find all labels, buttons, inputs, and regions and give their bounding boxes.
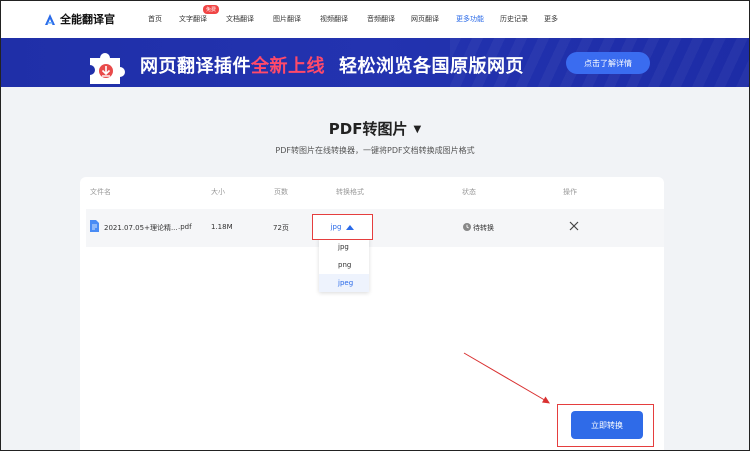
page-title[interactable]: PDF转图片 ▼ [0, 118, 750, 139]
document-icon [90, 220, 99, 232]
format-dropdown: jpg png jpeg [319, 238, 369, 292]
banner-text-part1: 网页翻译插件 [140, 56, 251, 77]
nav-item-text-translate[interactable]: 文字翻译 免费 [179, 5, 226, 24]
banner-text-part2: 轻松浏览各国原版网页 [339, 56, 524, 77]
caret-up-icon [346, 224, 355, 230]
banner-text-highlight: 全新上线 [251, 56, 325, 77]
nav-item-document-translate[interactable]: 文档翻译 [226, 14, 273, 24]
header-status: 状态 [462, 188, 476, 196]
file-extension: .pdf [178, 223, 192, 231]
file-status: 待转换 [463, 223, 494, 233]
header-filename: 文件名 [90, 188, 111, 196]
table-header: 文件名 大小 页数 转换格式 状态 操作 [80, 177, 664, 205]
format-select-value: jpg [330, 223, 342, 231]
free-badge: 免费 [203, 5, 220, 14]
file-size: 1.18M [211, 223, 233, 231]
puzzle-icon [90, 53, 125, 84]
annotation-arrow [463, 352, 550, 404]
nav-item-home[interactable]: 首页 [148, 14, 179, 24]
status-text: 待转换 [473, 224, 494, 232]
banner-headline: 网页翻译插件全新上线 轻松浏览各国原版网页 [140, 52, 524, 78]
caret-down-icon[interactable]: ▼ [414, 124, 422, 135]
nav-item-image-translate[interactable]: 图片翻译 [273, 14, 320, 24]
nav-item-label: 文字翻译 [179, 15, 207, 23]
header-size: 大小 [211, 188, 225, 196]
table-row: 2021.07.05+理论精... .pdf 1.18M 72页 待转换 [86, 209, 664, 247]
page-subtitle: PDF转图片在线转换器，一键将PDF文档转换成图片格式 [275, 146, 475, 155]
header-action: 操作 [563, 188, 577, 196]
nav-item-audio-translate[interactable]: 音频翻译 [367, 14, 411, 24]
nav-item-web-translate[interactable]: 网页翻译 [411, 14, 456, 24]
file-name: 2021.07.05+理论精... [104, 224, 178, 232]
convert-now-button[interactable]: 立即转换 [571, 411, 643, 439]
logo-icon [45, 13, 55, 25]
page-title-text: PDF转图片 [328, 120, 408, 138]
app-name: 全能翻译官 [60, 13, 115, 26]
nav-item-more[interactable]: 更多 [544, 14, 574, 24]
close-icon[interactable] [568, 220, 580, 232]
header-format: 转换格式 [336, 188, 364, 196]
learn-more-button[interactable]: 点击了解详情 [566, 52, 650, 74]
nav-item-more-features[interactable]: 更多功能 [456, 14, 500, 24]
page-count: 72页 [273, 224, 289, 232]
top-navbar: 全能翻译官 首页 文字翻译 免费 文档翻译 图片翻译 视频翻译 音频翻译 网页翻… [0, 0, 750, 38]
format-option-jpg[interactable]: jpg [319, 238, 369, 256]
clock-icon [463, 223, 471, 231]
format-option-jpeg[interactable]: jpeg [319, 274, 369, 292]
format-select[interactable]: jpg [312, 214, 373, 240]
nav-item-history[interactable]: 历史记录 [500, 14, 544, 24]
nav-item-video-translate[interactable]: 视频翻译 [320, 14, 367, 24]
header-pages: 页数 [274, 188, 288, 196]
format-option-png[interactable]: png [319, 256, 369, 274]
nav-menu: 首页 文字翻译 免费 文档翻译 图片翻译 视频翻译 音频翻译 网页翻译 更多功能… [148, 0, 574, 38]
app-logo[interactable]: 全能翻译官 [44, 11, 148, 27]
